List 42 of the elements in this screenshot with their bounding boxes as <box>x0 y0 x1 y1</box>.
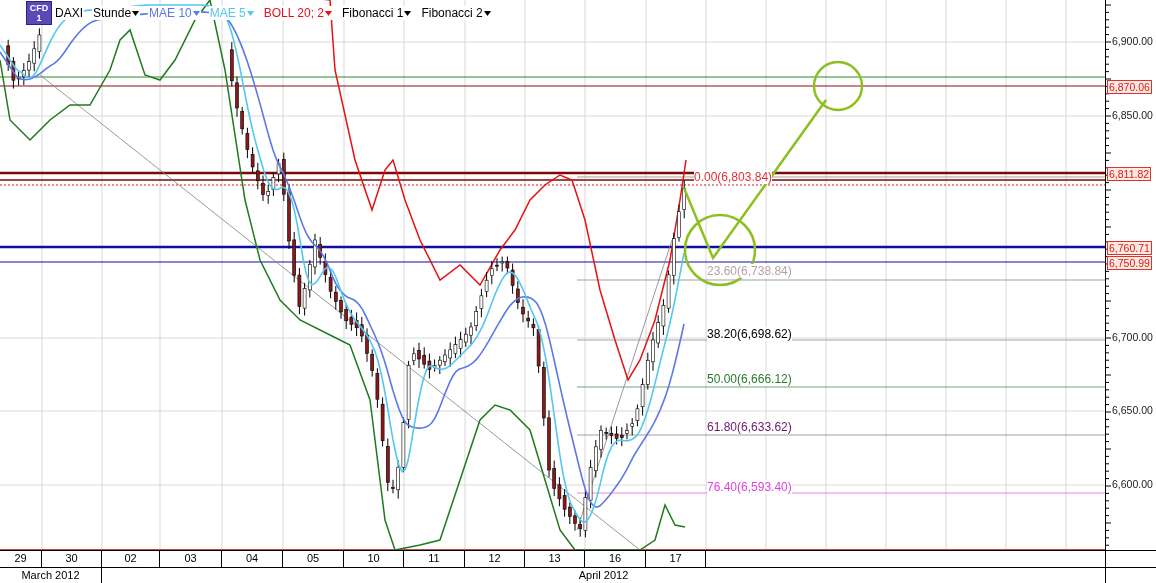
day-label: 02 <box>102 551 160 567</box>
fibonacci-label: 76.40(6,593.40) <box>707 480 792 494</box>
price-tick-label: 6,900.00 <box>1112 35 1153 47</box>
price-tag: 6,811.82 <box>1107 167 1152 181</box>
legend-item[interactable]: Stunde <box>92 6 141 20</box>
day-label: 03 <box>160 551 222 567</box>
price-tag: 6,870.06 <box>1107 80 1152 94</box>
fibonacci-label: 0.00(6,803.84) <box>694 170 773 184</box>
instrument-label[interactable]: DAXI <box>54 6 84 20</box>
caret-icon <box>132 10 140 16</box>
day-label: 10 <box>344 551 404 567</box>
legend-item[interactable]: Fibonacci 2 <box>420 6 492 20</box>
day-label: 13 <box>525 551 585 567</box>
month-label: March 2012 <box>0 568 102 583</box>
month-label: April 2012 <box>102 568 1106 583</box>
day-label: 16 <box>585 551 646 567</box>
day-label: 30 <box>42 551 102 567</box>
caret-icon <box>483 10 491 16</box>
day-label: 29 <box>0 551 42 567</box>
day-label: 04 <box>222 551 283 567</box>
day-label: 17 <box>646 551 706 567</box>
price-tick-label: 6,650.00 <box>1112 404 1153 416</box>
price-tick-label: 6,850.00 <box>1112 109 1153 121</box>
caret-icon <box>246 10 254 16</box>
caret-icon <box>404 10 412 16</box>
caret-icon <box>325 10 333 16</box>
fibonacci-label: 50.00(6,666.12) <box>707 372 792 386</box>
caret-icon <box>192 10 200 16</box>
legend-item[interactable]: BOLL 20; 2 <box>262 6 334 20</box>
cfd-icon: CFD 1 <box>26 1 52 25</box>
day-label: 12 <box>465 551 525 567</box>
legend-item[interactable]: Fibonacci 1 <box>341 6 413 20</box>
fibonacci-label: 38.20(6,698.62) <box>707 327 792 341</box>
legend-item[interactable]: MAE 10 <box>148 6 201 20</box>
price-tick-label: 6,600.00 <box>1112 478 1153 490</box>
price-tag: 6,760.71 <box>1107 241 1152 255</box>
fibonacci-label: 23.60(6,738.84) <box>707 264 792 278</box>
day-label: 05 <box>283 551 344 567</box>
fibonacci-label: 61.80(6,633.62) <box>707 420 792 434</box>
day-label: 11 <box>404 551 465 567</box>
price-tick-label: 6,700.00 <box>1112 331 1153 343</box>
price-tag: 6,750.99 <box>1107 256 1152 270</box>
